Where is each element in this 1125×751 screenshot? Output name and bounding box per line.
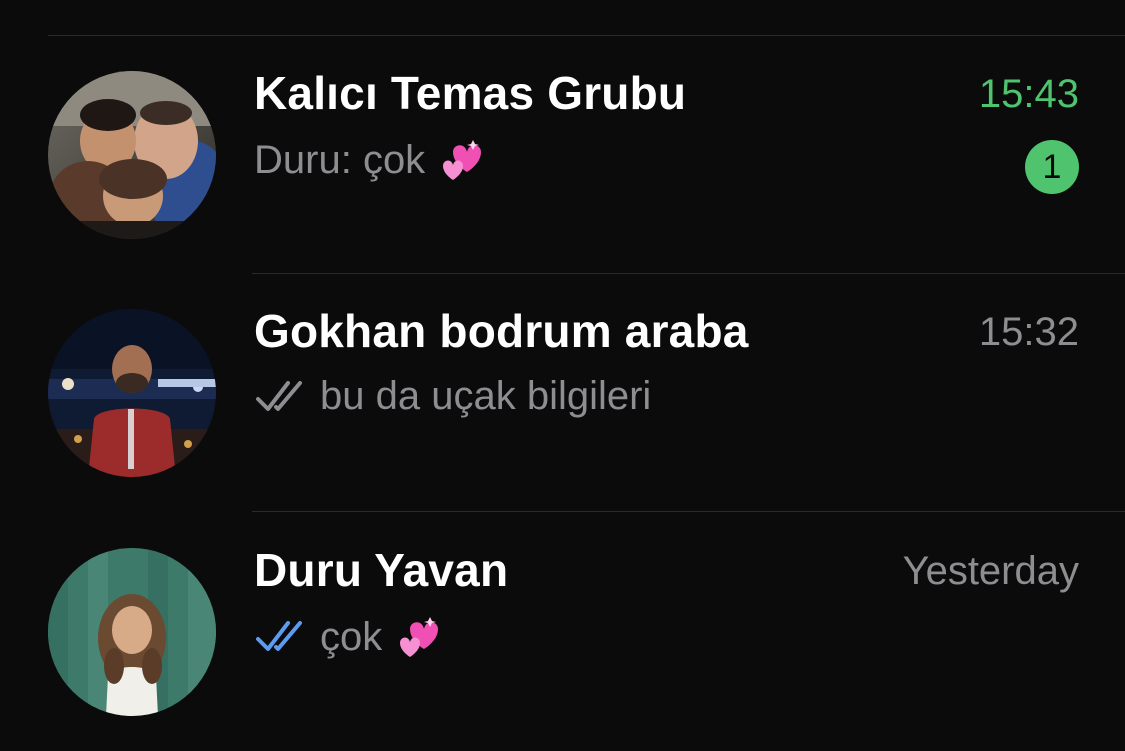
preview-sender: Duru: — [254, 137, 352, 182]
preview-text: bu da uçak bilgileri — [320, 374, 652, 418]
chat-title: Kalıcı Temas Grubu — [254, 67, 687, 119]
chat-time: 15:32 — [978, 310, 1079, 354]
two-hearts-emoji-icon — [396, 613, 448, 661]
chat-time: 15:43 — [978, 72, 1079, 116]
unread-count-badge: 1 — [1025, 140, 1079, 194]
message-preview: çok — [254, 613, 448, 661]
chat-title: Gokhan bodrum araba — [254, 305, 749, 357]
preview-text: çok — [362, 137, 426, 182]
chat-time: Yesterday — [902, 549, 1079, 593]
avatar[interactable] — [48, 71, 216, 239]
chat-row-gokhan-bodrum-araba[interactable]: Gokhan bodrum araba 15:32 bu da uçak bil… — [0, 274, 1125, 512]
avatar[interactable] — [48, 548, 216, 716]
avatar[interactable] — [48, 309, 216, 477]
chat-row-duru-yavan[interactable]: Duru Yavan Yesterday çok — [0, 513, 1125, 751]
message-preview: Duru: çok — [254, 136, 491, 184]
double-check-icon — [254, 377, 306, 417]
chat-title: Duru Yavan — [254, 544, 509, 596]
preview-text: çok — [320, 614, 383, 659]
two-hearts-emoji-icon — [439, 136, 491, 184]
chat-row-kalici-temas-grubu[interactable]: Kalıcı Temas Grubu 15:43 Duru: çok 1 — [0, 36, 1125, 274]
row-divider — [252, 511, 1125, 512]
double-check-read-icon — [254, 617, 306, 657]
message-preview: bu da uçak bilgileri — [254, 374, 651, 419]
